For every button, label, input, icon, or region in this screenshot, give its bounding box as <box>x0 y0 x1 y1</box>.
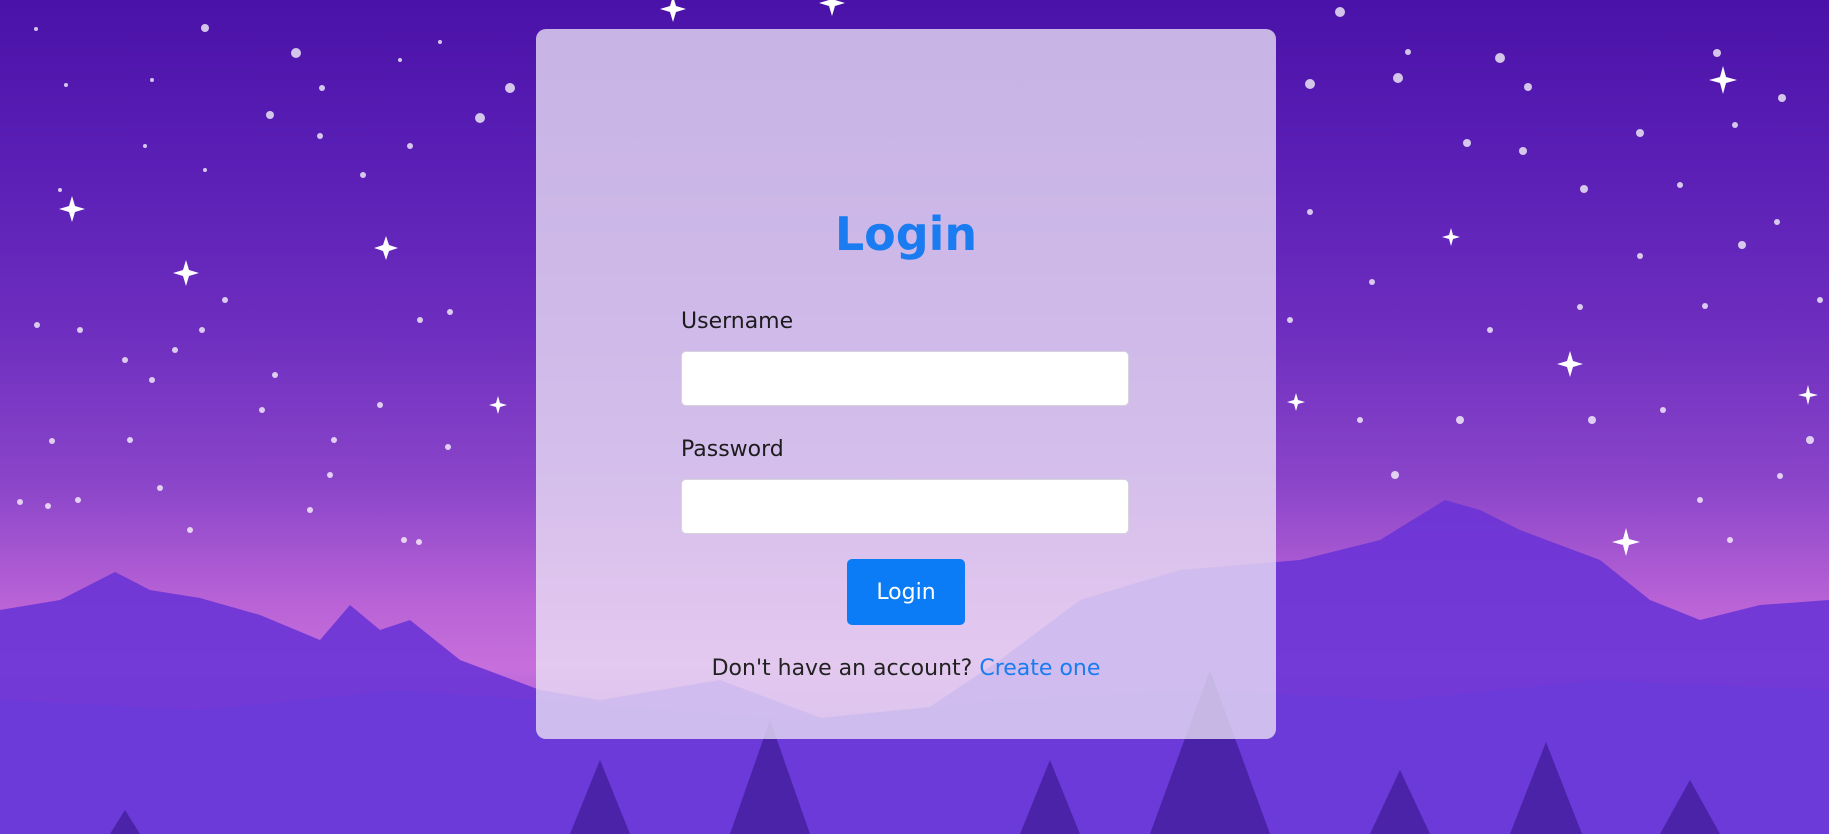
username-input[interactable] <box>681 351 1129 406</box>
login-card: Login Username Password Login Don't have… <box>536 29 1276 739</box>
username-label: Username <box>681 309 794 334</box>
password-input[interactable] <box>681 479 1129 534</box>
password-label: Password <box>681 437 784 462</box>
page-title: Login <box>834 207 978 261</box>
signup-prompt-text: Don't have an account? <box>711 656 973 681</box>
signup-prompt: Don't have an account? Create one <box>536 656 1276 681</box>
create-account-link[interactable]: Create one <box>979 656 1100 681</box>
login-button[interactable]: Login <box>847 559 965 625</box>
